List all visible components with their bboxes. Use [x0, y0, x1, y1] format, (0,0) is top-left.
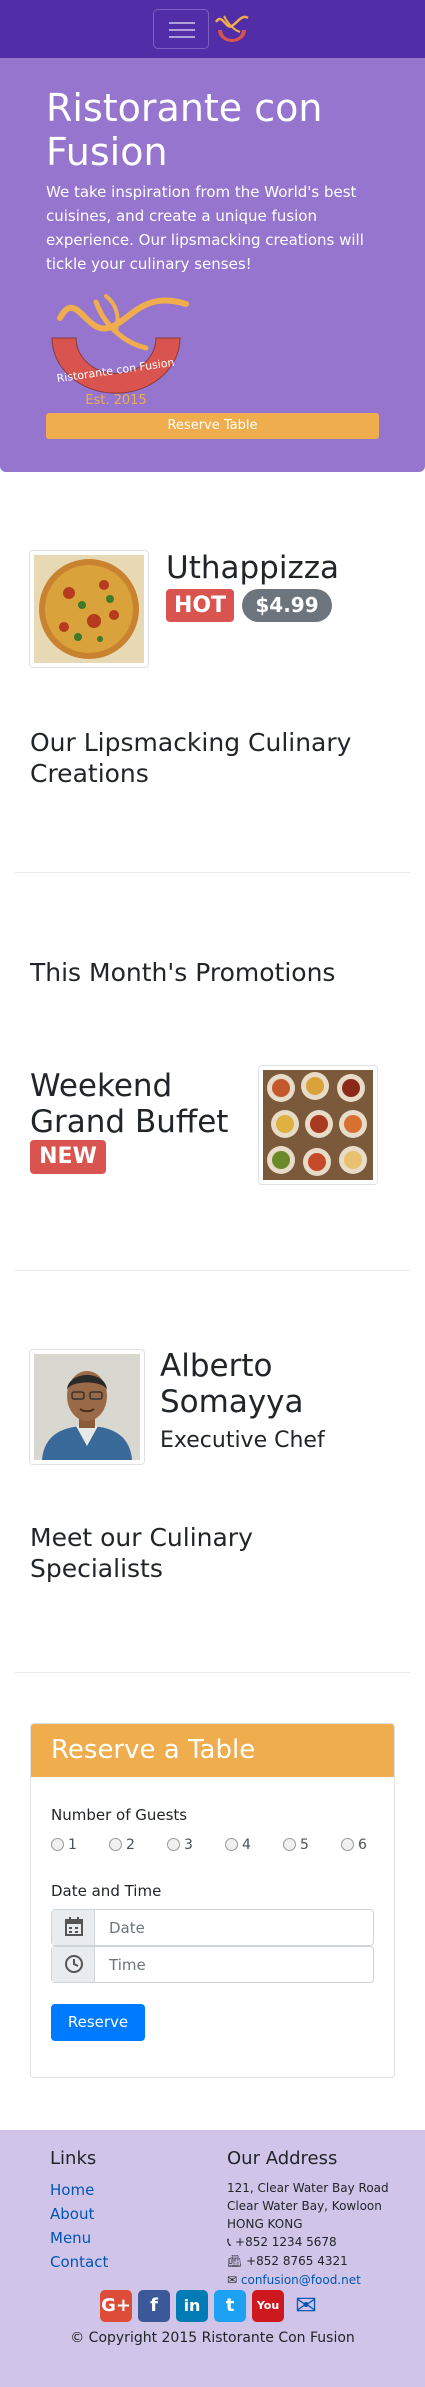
buffet-image	[263, 1070, 373, 1180]
facebook-icon[interactable]: f	[138, 2290, 170, 2322]
chef-thumbnail[interactable]	[29, 1349, 145, 1465]
date-input-group[interactable]: Date	[51, 1909, 374, 1946]
reserve-table-button[interactable]: Reserve Table	[46, 413, 379, 439]
page-title: Ristorante con Fusion	[46, 86, 323, 174]
section-title-promotions: This Month's Promotions	[30, 958, 336, 987]
pizza-image	[34, 555, 144, 663]
footer-link-home[interactable]: Home	[50, 2181, 94, 2199]
phone-number: +852 1234 5678	[235, 2235, 337, 2249]
chef-photo	[34, 1354, 140, 1460]
hamburger-icon-bar	[169, 29, 195, 31]
guest-radio-2[interactable]: 2	[109, 1837, 135, 1853]
section-title-leaders: Meet our Culinary Specialists	[30, 1523, 253, 1583]
guest-radio-1[interactable]: 1	[51, 1837, 77, 1853]
radio-icon	[51, 1838, 64, 1851]
google-plus-icon[interactable]: G+	[100, 2290, 132, 2322]
logo-est-text: Est. 2015	[85, 393, 146, 408]
guest-radio-4[interactable]: 4	[225, 1837, 251, 1853]
divider	[15, 1270, 410, 1271]
youtube-icon[interactable]: You	[252, 2290, 284, 2322]
hamburger-icon-bar	[169, 36, 195, 38]
guests-label: Number of Guests	[51, 1806, 188, 1824]
email-link[interactable]: confusion@food.net	[241, 2273, 361, 2287]
section-title-dishes: Our Lipsmacking Culinary Creations	[30, 728, 352, 788]
reservation-card-header: Reserve a Table	[31, 1724, 394, 1777]
radio-icon	[283, 1838, 296, 1851]
footer: Links Home About Menu Contact Our Addres…	[0, 2130, 425, 2387]
calendar-icon	[65, 1917, 83, 1936]
chef-designation: Executive Chef	[160, 1428, 325, 1453]
address-line: Clear Water Bay, Kowloon	[227, 2199, 382, 2213]
address-line: 121, Clear Water Bay Road	[227, 2181, 389, 2195]
restaurant-logo-icon[interactable]	[212, 12, 252, 46]
footer-link-menu[interactable]: Menu	[50, 2229, 91, 2247]
reservation-card: Reserve a Table Number of Guests 1 2 3 4…	[30, 1723, 395, 2078]
phone-row: 📞︎ +852 1234 5678	[227, 2235, 337, 2250]
hot-badge: HOT	[166, 589, 234, 622]
date-addon	[52, 1910, 95, 1945]
footer-link-about[interactable]: About	[50, 2205, 94, 2223]
linkedin-icon[interactable]: in	[176, 2290, 208, 2322]
navbar-toggler-button[interactable]	[153, 9, 209, 49]
divider	[15, 872, 410, 873]
time-addon	[52, 1947, 95, 1982]
promotion-thumbnail[interactable]	[258, 1065, 378, 1185]
guest-radio-3[interactable]: 3	[167, 1837, 193, 1853]
email-row: ✉ confusion@food.net	[227, 2273, 361, 2287]
datetime-label: Date and Time	[51, 1882, 162, 1900]
guest-radio-5[interactable]: 5	[283, 1837, 309, 1853]
guest-radio-6[interactable]: 6	[341, 1837, 367, 1853]
restaurant-logo-image: Ristorante con Fusion Est. 2015	[51, 294, 189, 408]
price-badge: $4.99	[242, 589, 332, 622]
navbar	[0, 0, 425, 58]
radio-icon	[109, 1838, 122, 1851]
envelope-icon: ✉	[227, 2273, 241, 2287]
promotion-name: Weekend Grand Buffet	[30, 1068, 229, 1140]
divider	[15, 1672, 410, 1673]
fax-number: +852 8765 4321	[246, 2254, 348, 2268]
time-input[interactable]: Time	[109, 1956, 146, 1974]
reserve-submit-button[interactable]: Reserve	[51, 2004, 145, 2041]
dish-name: Uthappizza	[166, 550, 339, 586]
phone-icon: 📞︎	[227, 2235, 236, 2249]
time-input-group[interactable]: Time	[51, 1946, 374, 1983]
radio-icon	[167, 1838, 180, 1851]
new-badge: NEW	[30, 1140, 106, 1174]
date-input[interactable]: Date	[109, 1919, 145, 1937]
fax-row: 📠︎ +852 8765 4321	[227, 2254, 348, 2268]
fax-icon: 📠︎	[227, 2254, 247, 2268]
clock-icon	[65, 1955, 83, 1973]
mail-icon[interactable]: ✉	[290, 2290, 322, 2322]
jumbotron-description: We take inspiration from the World's bes…	[46, 183, 364, 273]
twitter-icon[interactable]: t	[214, 2290, 246, 2322]
radio-icon	[225, 1838, 238, 1851]
address-line: HONG KONG	[227, 2217, 303, 2231]
footer-address-title: Our Address	[227, 2148, 338, 2169]
footer-links-title: Links	[50, 2148, 97, 2169]
footer-link-contact[interactable]: Contact	[50, 2253, 108, 2271]
dish-thumbnail[interactable]	[29, 550, 149, 668]
hamburger-icon-bar	[169, 22, 195, 24]
chef-name: Alberto Somayya	[160, 1348, 304, 1420]
radio-icon	[341, 1838, 354, 1851]
copyright-text: © Copyright 2015 Ristorante Con Fusion	[70, 2330, 355, 2346]
